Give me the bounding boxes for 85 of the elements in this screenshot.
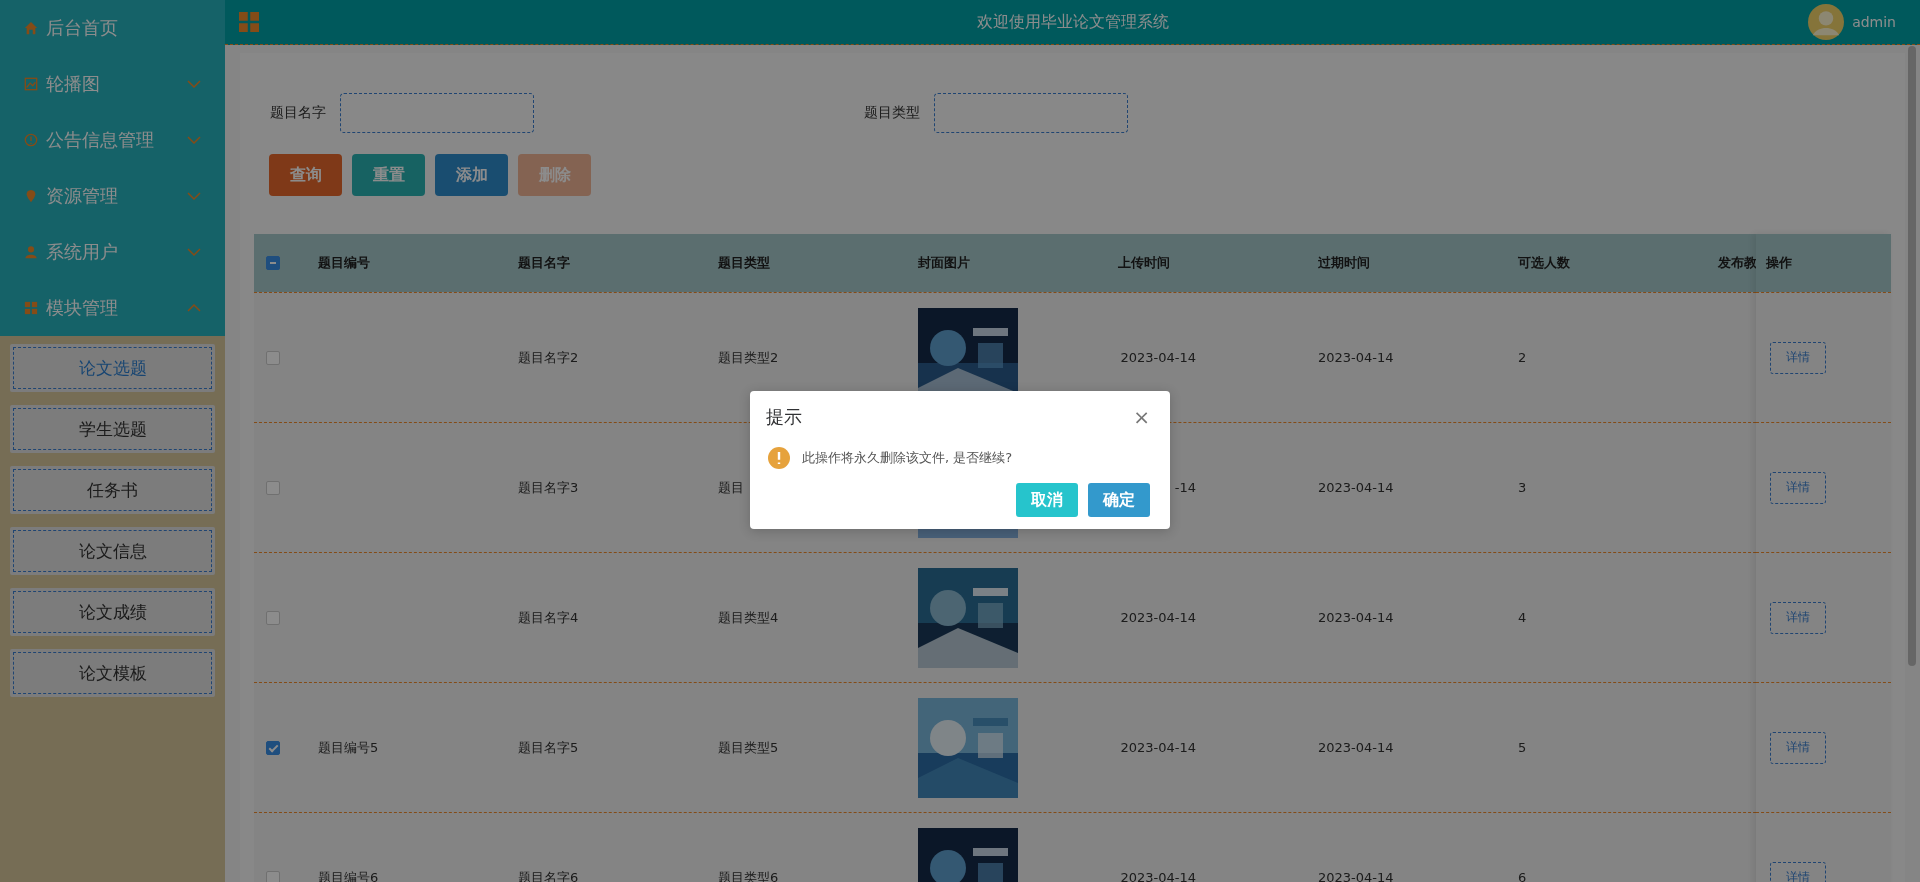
table-cell: 题目类型5 — [718, 738, 779, 757]
row-checkbox[interactable] — [266, 610, 280, 625]
input-field[interactable] — [934, 93, 1128, 133]
user-name[interactable]: admin — [1852, 14, 1896, 30]
menu-item[interactable]: 公告信息管理 — [0, 112, 225, 168]
menu-item[interactable]: 轮播图 — [0, 56, 225, 112]
row-checkbox[interactable] — [266, 870, 280, 882]
user-icon — [24, 245, 38, 259]
field-label: 题目类型 — [864, 104, 920, 122]
table-cell: 2023-04-14 — [1318, 870, 1394, 882]
detail-button[interactable]: 详情 — [1770, 601, 1826, 634]
table-cell: 2 — [1518, 350, 1527, 365]
info-icon — [24, 133, 38, 147]
submenu-item[interactable]: 论文信息 — [10, 527, 215, 575]
table-cell: 题目名字3 — [518, 478, 579, 497]
table-cell: 题目类型4 — [718, 608, 779, 627]
grid-icon[interactable] — [239, 12, 259, 32]
grid-icon — [24, 301, 38, 315]
table-cell: 题目名字4 — [518, 608, 579, 627]
submenu-item[interactable]: 任务书 — [10, 466, 215, 514]
location-pin-icon — [24, 189, 38, 203]
chevron-down-icon — [187, 80, 201, 88]
table-cell: 5 — [1518, 740, 1527, 755]
home-icon — [24, 21, 38, 35]
action-button[interactable]: 查询 — [269, 154, 342, 196]
menu-item[interactable]: 系统用户 — [0, 224, 225, 280]
table-cell: 2023-04-14 — [1318, 740, 1394, 755]
column-header: 过期时间 — [1318, 254, 1370, 272]
submenu-item[interactable]: 论文成绩 — [10, 588, 215, 636]
table-cell: 6 — [1518, 870, 1527, 882]
dialog-title: 提示 — [766, 405, 802, 429]
column-header: 题目类型 — [718, 254, 770, 272]
detail-button[interactable]: 详情 — [1770, 731, 1826, 764]
dialog-button[interactable]: 取消 — [1016, 483, 1078, 517]
table-cell: 2023-04-14 — [1318, 350, 1394, 365]
table-cell: 2023-04-14 — [1318, 480, 1394, 495]
table-cell-text: 2023-04-14 — [1119, 610, 1196, 625]
table-cell-text: 2023-04-14 — [1119, 350, 1196, 365]
table-cell: 题目名字5 — [518, 738, 579, 757]
dialog-message: 此操作将永久删除该文件, 是否继续? — [802, 449, 1013, 467]
warning-icon — [768, 447, 790, 469]
table-cell: 3 — [1518, 480, 1527, 495]
column-header: 题目名字 — [518, 254, 570, 272]
table-cell: 题目类型2 — [718, 348, 779, 367]
table-cell: 题目编号5 — [318, 738, 379, 757]
submenu-item[interactable]: 论文选题 — [10, 344, 215, 392]
column-header: 操作 — [1766, 254, 1792, 272]
submenu-item[interactable]: 学生选题 — [10, 405, 215, 453]
table-cell-text: 2023-04-14 — [1119, 740, 1196, 755]
column-header: 上传时间 — [1118, 254, 1170, 272]
row-checkbox[interactable] — [266, 740, 280, 755]
image-icon — [24, 77, 38, 91]
chevron-down-icon — [187, 136, 201, 144]
action-button[interactable]: 添加 — [435, 154, 508, 196]
close-button[interactable]: × — [1133, 407, 1150, 427]
chevron-down-icon — [187, 248, 201, 256]
table-cell: 4 — [1518, 610, 1527, 625]
dialog-button[interactable]: 确定 — [1088, 483, 1150, 517]
column-header: 封面图片 — [918, 254, 970, 272]
select-all-checkbox[interactable] — [266, 256, 280, 270]
chevron-down-icon — [187, 192, 201, 200]
table-cell: 题目 — [718, 478, 744, 497]
table-cell-text: -14 — [1173, 480, 1196, 495]
detail-button[interactable]: 详情 — [1770, 471, 1826, 504]
menu-item[interactable]: 后台首页 — [0, 0, 225, 56]
table-cell-text: 2023-04-14 — [1119, 870, 1196, 882]
action-button[interactable]: 重置 — [352, 154, 425, 196]
scrollbar[interactable] — [1908, 46, 1916, 666]
detail-button[interactable]: 详情 — [1770, 341, 1826, 374]
table-cell: 题目名字2 — [518, 348, 579, 367]
header-title: 欢迎使用毕业论文管理系统 — [976, 11, 1169, 33]
submenu-item[interactable]: 论文模板 — [10, 649, 215, 697]
menu-item[interactable]: 资源管理 — [0, 168, 225, 224]
input-field[interactable] — [340, 93, 534, 133]
column-header: 题目编号 — [318, 254, 370, 272]
row-checkbox[interactable] — [266, 350, 280, 365]
detail-button[interactable]: 详情 — [1770, 861, 1826, 882]
field-label: 题目名字 — [270, 104, 326, 122]
column-header: 可选人数 — [1518, 254, 1570, 272]
avatar-icon[interactable] — [1808, 4, 1845, 40]
chevron-up-icon — [187, 304, 201, 312]
menu-item[interactable]: 模块管理 — [0, 280, 225, 336]
column-header: 发布教 — [1718, 254, 1757, 272]
row-checkbox[interactable] — [266, 480, 280, 495]
table-cell: 2023-04-14 — [1318, 610, 1394, 625]
